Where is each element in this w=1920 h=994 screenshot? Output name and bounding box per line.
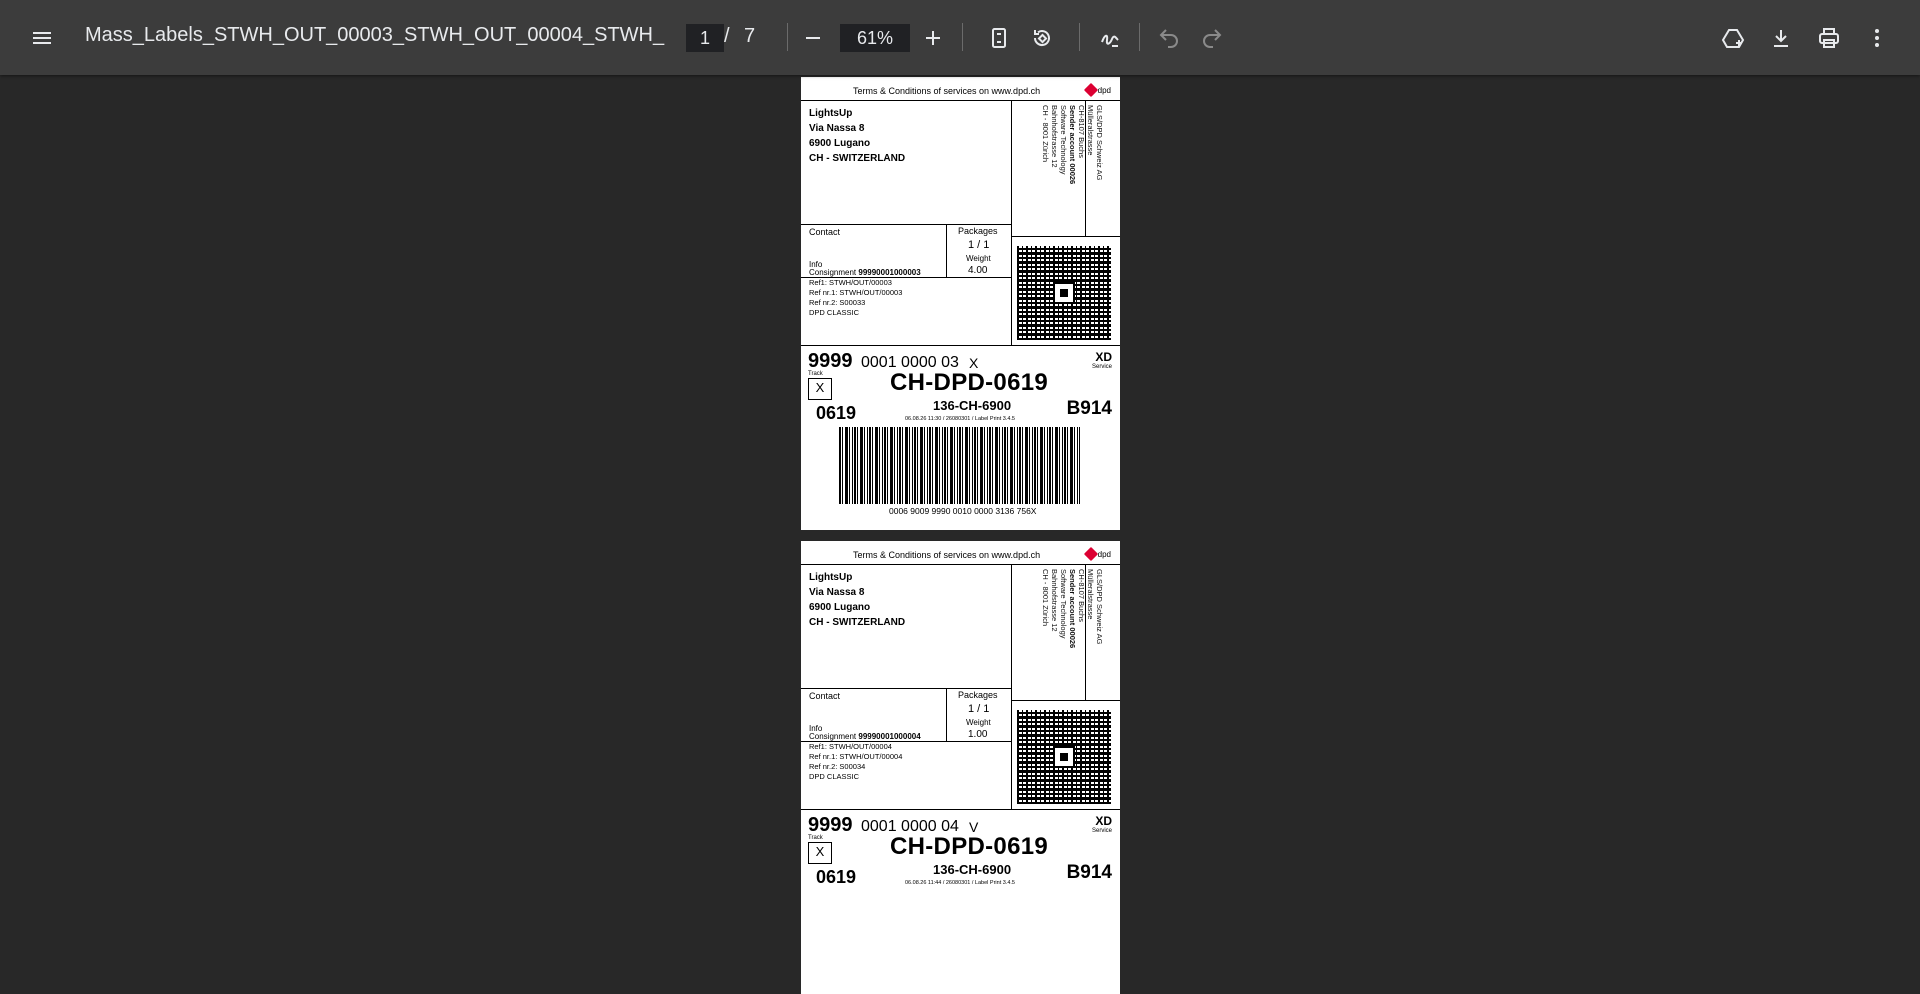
toolbar-divider <box>1079 23 1080 51</box>
weight-value: 4.00 <box>968 265 988 276</box>
recipient-address: LightsUp Via Nassa 8 6900 Lugano CH - SW… <box>809 572 906 628</box>
divider <box>801 345 1120 346</box>
plus-icon <box>926 31 940 45</box>
dpd-logo: dpd <box>1083 546 1111 562</box>
shipping-label-page: Terms & Conditions of services on www.dp… <box>801 77 1120 530</box>
references: Ref1: STWH/OUT/00003 Ref nr.1: STWH/OUT/… <box>809 278 903 317</box>
service-label: Service <box>1091 364 1112 370</box>
pdf-toolbar: Mass_Labels_STWH_OUT_00003_STWH_OUT_0000… <box>0 0 1920 75</box>
service-label: Service <box>1091 828 1112 834</box>
divider <box>1011 236 1120 237</box>
route-code: CH-DPD-0619 <box>890 833 1049 860</box>
divider <box>801 688 1011 689</box>
page-total: 7 <box>744 25 756 47</box>
packages-value: 1 / 1 <box>968 239 990 251</box>
packages-value: 1 / 1 <box>968 703 990 715</box>
print-info: 06.08.26 11:30 / 26080301 / Label Print … <box>905 416 1015 422</box>
divider <box>946 688 947 741</box>
divider <box>1011 564 1012 809</box>
datamatrix-code <box>1017 710 1111 804</box>
zoom-input[interactable] <box>840 24 910 52</box>
barcode <box>839 427 1080 504</box>
divider <box>801 809 1120 810</box>
x-box: X <box>808 378 832 400</box>
barcode-number: 0006 9009 9990 0010 0000 3136 756X <box>889 506 1037 516</box>
sender-address: GLS/DPD Schweiz AG Mülleralstrasse CH-81… <box>1041 569 1104 649</box>
divider <box>801 564 1120 565</box>
minus-icon <box>806 37 820 39</box>
weight-label: Weight <box>966 254 991 263</box>
weight-value: 1.00 <box>968 729 988 740</box>
page-separator: / <box>724 25 730 47</box>
toolbar-divider <box>787 23 788 51</box>
service-code: XD <box>1095 814 1112 828</box>
recipient-address: LightsUp Via Nassa 8 6900 Lugano CH - SW… <box>809 108 906 164</box>
fit-page-icon[interactable] <box>979 18 1019 58</box>
divider <box>946 224 947 277</box>
redo-icon[interactable] <box>1192 18 1232 58</box>
divider <box>801 224 1011 225</box>
sub-route: 136-CH-6900 <box>933 398 1012 413</box>
terms-text: Terms & Conditions of services on www.dp… <box>853 86 1041 96</box>
depot-code: 0619 <box>816 867 857 887</box>
zoom-out-button[interactable] <box>793 18 833 58</box>
zoom-in-button[interactable] <box>913 18 953 58</box>
download-icon[interactable] <box>1761 18 1801 58</box>
contact-label: Contact <box>809 227 841 237</box>
more-options-icon[interactable] <box>1857 18 1897 58</box>
track-label: Track <box>808 835 823 841</box>
divider <box>1011 700 1120 701</box>
dpd-cube-icon <box>1083 546 1098 562</box>
save-to-drive-icon[interactable] <box>1713 18 1753 58</box>
sender-address: GLS/DPD Schweiz AG Mülleralstrasse CH-81… <box>1041 105 1104 185</box>
print-icon[interactable] <box>1809 18 1849 58</box>
datamatrix-code <box>1017 246 1111 340</box>
consignment: Consignment 99990001000004 <box>809 732 921 741</box>
consignment: Consignment 99990001000003 <box>809 268 921 277</box>
annotate-pen-icon[interactable] <box>1090 18 1130 58</box>
sort-code: B914 <box>1066 862 1112 883</box>
packages-label: Packages <box>958 226 998 236</box>
references: Ref1: STWH/OUT/00004 Ref nr.1: STWH/OUT/… <box>809 742 903 781</box>
tracking-prefix: 9999 <box>808 350 853 372</box>
terms-text: Terms & Conditions of services on www.dp… <box>853 550 1041 560</box>
undo-icon[interactable] <box>1149 18 1189 58</box>
shipping-label-page: Terms & Conditions of services on www.dp… <box>801 541 1120 994</box>
document-title: Mass_Labels_STWH_OUT_00003_STWH_OUT_0000… <box>85 24 665 46</box>
sort-code: B914 <box>1066 398 1112 419</box>
menu-icon[interactable] <box>22 18 62 58</box>
weight-label: Weight <box>966 718 991 727</box>
depot-code: 0619 <box>816 403 857 423</box>
divider <box>801 100 1120 101</box>
sub-route: 136-CH-6900 <box>933 862 1012 877</box>
x-box: X <box>808 842 832 864</box>
dpd-cube-icon <box>1083 82 1098 98</box>
track-label: Track <box>808 371 823 377</box>
rotate-icon[interactable] <box>1022 18 1062 58</box>
tracking-prefix: 9999 <box>808 814 853 836</box>
packages-label: Packages <box>958 690 998 700</box>
toolbar-divider <box>962 23 963 51</box>
route-code: CH-DPD-0619 <box>890 369 1049 396</box>
print-info: 06.08.26 11:44 / 26080301 / Label Print … <box>905 880 1015 886</box>
contact-label: Contact <box>809 691 841 701</box>
dpd-logo: dpd <box>1083 82 1111 98</box>
toolbar-divider <box>1139 23 1140 51</box>
divider <box>1011 100 1012 345</box>
service-code: XD <box>1095 350 1112 364</box>
page-number-input[interactable] <box>686 24 724 52</box>
